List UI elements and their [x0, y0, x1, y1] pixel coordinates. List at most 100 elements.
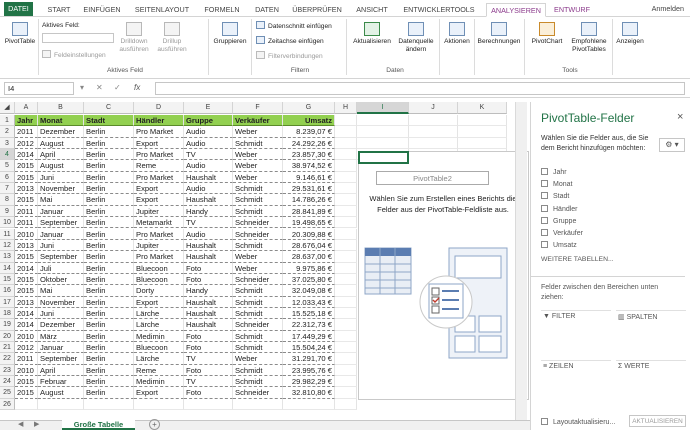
table-cell[interactable]: April [38, 149, 84, 161]
table-cell[interactable]: Berlin [84, 149, 134, 161]
table-cell[interactable]: August [38, 137, 84, 150]
tab-formulas[interactable]: FORMELN [202, 3, 242, 17]
empty-cell[interactable] [458, 126, 507, 138]
empty-cell[interactable] [335, 183, 357, 195]
sheet-prev-icon[interactable]: ◀ [18, 420, 23, 428]
empty-cell[interactable] [335, 387, 357, 399]
filter-connections-button[interactable]: Filterverbindungen [256, 51, 323, 60]
tab-file[interactable]: DATEI [4, 2, 33, 16]
table-cell[interactable]: 2013 [15, 239, 38, 252]
tab-developer[interactable]: ENTWICKLERTOOLS [402, 3, 476, 17]
table-cell[interactable]: 2011 [15, 205, 38, 218]
table-cell[interactable]: 2015 [15, 194, 38, 206]
table-cell[interactable]: 15.525,18 € [283, 307, 335, 320]
row-header-1[interactable]: 1 [0, 115, 15, 127]
calculations-button[interactable]: Berechnungen [476, 22, 522, 46]
table-cell[interactable]: Mai [38, 285, 84, 297]
table-cell[interactable]: 2014 [15, 319, 38, 331]
table-cell[interactable]: 15.504,24 € [283, 342, 335, 354]
empty-cell[interactable] [458, 137, 507, 150]
row-header-15[interactable]: 15 [0, 273, 15, 286]
table-cell[interactable]: November [38, 183, 84, 195]
empty-cell[interactable] [335, 126, 357, 138]
table-header-cell[interactable]: Jahr [15, 115, 38, 127]
row-header-14[interactable]: 14 [0, 262, 15, 274]
table-cell[interactable]: 22.312,73 € [283, 319, 335, 331]
row-header-26[interactable]: 26 [0, 398, 15, 411]
refresh-button[interactable]: Aktualisieren [349, 22, 395, 46]
table-cell[interactable]: Pro Market [134, 251, 184, 263]
table-cell[interactable]: 2013 [15, 183, 38, 195]
gear-icon[interactable]: ⚙ ▾ [659, 138, 685, 152]
table-cell[interactable]: Pro Market [134, 171, 184, 184]
row-header-6[interactable]: 6 [0, 171, 15, 184]
table-cell[interactable]: 23.995,76 € [283, 364, 335, 377]
empty-cell[interactable] [335, 353, 357, 365]
table-cell[interactable]: 2013 [15, 296, 38, 308]
table-cell[interactable]: 2010 [15, 364, 38, 377]
table-cell[interactable]: Schmidt [233, 285, 283, 297]
row-header-16[interactable]: 16 [0, 285, 15, 297]
table-cell[interactable]: August [38, 160, 84, 172]
table-cell[interactable]: Schmidt [233, 205, 283, 218]
column-header-K[interactable]: K [458, 102, 507, 114]
tab-data[interactable]: DATEN [252, 3, 282, 17]
table-cell[interactable]: September [38, 251, 84, 263]
table-cell[interactable]: März [38, 330, 84, 342]
empty-cell[interactable] [335, 239, 357, 252]
table-cell[interactable]: Pro Market [134, 228, 184, 240]
table-cell[interactable]: Jupiter [134, 205, 184, 218]
row-header-7[interactable]: 7 [0, 183, 15, 195]
table-cell[interactable]: Berlin [84, 296, 134, 308]
table-cell[interactable]: Juli [38, 262, 84, 274]
row-header-20[interactable]: 20 [0, 330, 15, 342]
empty-cell[interactable] [335, 342, 357, 354]
table-cell[interactable]: 2011 [15, 126, 38, 138]
table-cell[interactable]: Medimin [134, 376, 184, 388]
table-cell[interactable]: 31.291,70 € [283, 353, 335, 365]
table-cell[interactable]: Haushalt [184, 194, 233, 206]
row-header-8[interactable]: 8 [0, 194, 15, 206]
column-header-I[interactable]: I [357, 102, 409, 114]
column-header-D[interactable]: D [134, 102, 184, 114]
table-cell[interactable]: Berlin [84, 228, 134, 240]
table-cell[interactable]: 28.637,00 € [283, 251, 335, 263]
table-cell[interactable]: Schneider [233, 217, 283, 229]
row-header-13[interactable]: 13 [0, 251, 15, 263]
table-cell[interactable]: Haushalt [184, 171, 233, 184]
tab-view[interactable]: ANSICHT [352, 3, 392, 17]
recommended-pivottables-button[interactable]: Empfohlene PivotTables [568, 22, 610, 54]
table-cell[interactable]: Reme [134, 364, 184, 377]
table-cell[interactable]: 2015 [15, 251, 38, 263]
table-cell[interactable]: Audio [184, 183, 233, 195]
sheet-next-icon[interactable]: ▶ [34, 420, 39, 428]
field-item-jahr[interactable]: Jahr [541, 168, 567, 176]
cancel-icon[interactable]: ✕ [96, 83, 103, 92]
empty-cell[interactable] [357, 115, 409, 127]
table-cell[interactable]: September [38, 217, 84, 229]
table-header-cell[interactable]: Umsatz [283, 115, 335, 127]
table-cell[interactable]: Foto [184, 262, 233, 274]
tab-start[interactable]: START [46, 3, 72, 17]
table-cell[interactable]: Reme [134, 160, 184, 172]
field-settings-button[interactable]: Feldeinstellungen [42, 50, 106, 59]
table-cell[interactable]: 9.975,86 € [283, 262, 335, 274]
table-cell[interactable]: 32.810,80 € [283, 387, 335, 399]
table-cell[interactable]: 37.025,80 € [283, 273, 335, 286]
table-cell[interactable]: Export [134, 137, 184, 150]
vertical-scrollbar[interactable] [515, 102, 527, 420]
table-cell[interactable]: 2011 [15, 353, 38, 365]
row-header-12[interactable]: 12 [0, 239, 15, 252]
table-cell[interactable]: Schmidt [233, 364, 283, 377]
table-cell[interactable]: Januar [38, 228, 84, 240]
table-cell[interactable]: 17.449,29 € [283, 330, 335, 342]
table-cell[interactable]: Januar [38, 205, 84, 218]
table-cell[interactable]: Berlin [84, 183, 134, 195]
table-cell[interactable]: Schmidt [233, 376, 283, 388]
group-button[interactable]: Gruppieren [211, 22, 249, 46]
empty-cell[interactable] [335, 251, 357, 263]
table-cell[interactable]: Berlin [84, 160, 134, 172]
table-cell[interactable]: Schneider [233, 273, 283, 286]
row-header-21[interactable]: 21 [0, 342, 15, 354]
table-cell[interactable]: Haushalt [184, 319, 233, 331]
